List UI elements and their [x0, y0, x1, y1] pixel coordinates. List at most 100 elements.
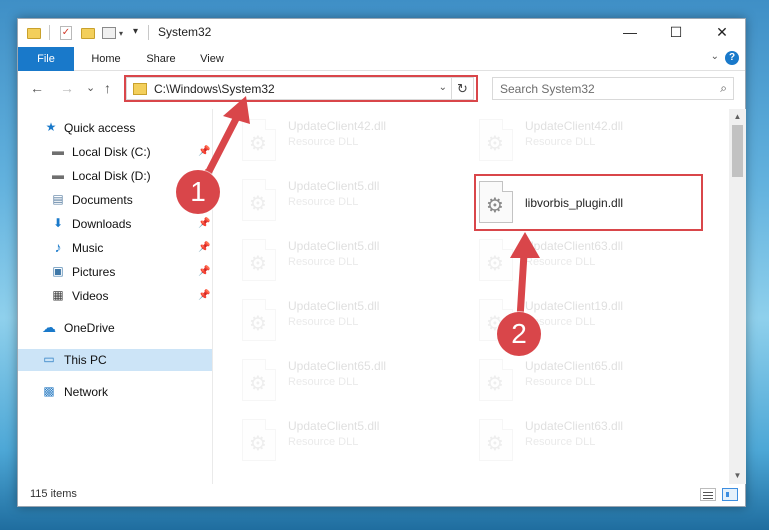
forward-button[interactable]: →: [60, 80, 74, 96]
file-highlight: [474, 174, 703, 231]
file-type: Resource DLL: [525, 136, 596, 148]
window-title: System32: [158, 25, 212, 39]
navigation-pane: ★ Quick access ▬ Local Disk (C:) 📌 ▬ Loc…: [18, 109, 212, 484]
sidebar-item-label: Music: [72, 241, 104, 255]
file-type: Resource DLL: [525, 376, 596, 388]
customize-chevron-icon[interactable]: ▾: [119, 29, 123, 45]
properties-check-icon[interactable]: ✓: [60, 26, 72, 40]
file-name: UpdateClient63.dll: [525, 239, 624, 253]
cloud-icon: ☁: [42, 319, 56, 335]
download-icon: ⬇: [52, 216, 64, 230]
star-icon: ★: [45, 120, 57, 134]
large-icons-view-button[interactable]: [722, 488, 738, 501]
scroll-up-button[interactable]: ▲: [729, 109, 746, 125]
file-name: UpdateClient65.dll: [525, 359, 624, 373]
new-folder-icon[interactable]: [81, 28, 95, 39]
file-item[interactable]: ⚙ UpdateClient5.dll Resource DLL: [216, 169, 436, 225]
file-item[interactable]: ⚙ UpdateClient63.dll Resource DLL: [453, 229, 673, 285]
close-button[interactable]: ✕: [699, 19, 745, 47]
file-type: Resource DLL: [288, 376, 359, 388]
file-item[interactable]: ⚙ UpdateClient42.dll Resource DLL: [453, 109, 673, 165]
expand-ribbon-icon[interactable]: ⌄: [711, 51, 719, 62]
file-item[interactable]: ⚙ UpdateClient42.dll Resource DLL: [216, 109, 436, 165]
drive-icon: ▬: [52, 144, 64, 158]
pin-icon[interactable]: 📌: [198, 146, 210, 157]
help-icon[interactable]: ?: [725, 51, 739, 65]
sidebar-item-label: Videos: [72, 289, 109, 303]
dll-file-icon: ⚙: [242, 359, 276, 401]
pictures-icon: ▣: [52, 264, 64, 278]
item-count: 115 items: [30, 488, 77, 500]
tab-share[interactable]: Share: [136, 47, 186, 71]
search-input[interactable]: Search System32: [500, 82, 595, 96]
customize-toolbar-button[interactable]: ▾: [133, 26, 138, 42]
scroll-thumb[interactable]: [732, 125, 743, 177]
file-item[interactable]: ⚙ UpdateClient19.dll Resource DLL: [453, 289, 673, 345]
sidebar-item-onedrive[interactable]: ☁ OneDrive: [18, 317, 212, 339]
sidebar-item-pictures[interactable]: ▣ Pictures 📌: [18, 261, 212, 283]
file-name: UpdateClient5.dll: [288, 179, 380, 193]
address-highlight: [124, 75, 478, 102]
file-item[interactable]: ⚙ UpdateClient5.dll Resource DLL: [216, 229, 436, 285]
sidebar-item-videos[interactable]: ▦ Videos 📌: [18, 285, 212, 307]
pin-icon[interactable]: 📌: [198, 266, 210, 277]
properties-icon[interactable]: [102, 27, 116, 39]
music-icon: ♪: [54, 239, 62, 255]
dll-file-icon: ⚙: [479, 239, 513, 281]
maximize-button[interactable]: ☐: [653, 19, 699, 47]
file-item[interactable]: ⚙ UpdateClient65.dll Resource DLL: [216, 349, 436, 405]
status-bar: 115 items: [18, 484, 745, 506]
vertical-scrollbar[interactable]: ▲ ▼: [729, 109, 746, 484]
file-item[interactable]: ⚙ UpdateClient63.dll Resource DLL: [453, 409, 673, 465]
dll-file-icon: ⚙: [242, 419, 276, 461]
network-icon: ▩: [43, 384, 55, 398]
minimize-button[interactable]: —: [607, 19, 653, 47]
file-item[interactable]: ⚙ UpdateClient5.dll Resource DLL: [216, 289, 436, 345]
folder-icon: [27, 28, 41, 39]
file-name: UpdateClient19.dll: [525, 299, 624, 313]
back-button[interactable]: ←: [30, 80, 44, 96]
documents-icon: ▤: [52, 192, 64, 206]
sidebar-item-label: Network: [64, 385, 109, 399]
file-type: Resource DLL: [525, 256, 596, 268]
tab-home[interactable]: Home: [80, 47, 132, 71]
recent-locations-button[interactable]: ⌄: [86, 81, 95, 94]
pin-icon[interactable]: 📌: [198, 290, 210, 301]
sidebar-item-music[interactable]: ♪ Music 📌: [18, 237, 212, 259]
file-item[interactable]: ⚙ UpdateClient5.dll Resource DLL: [216, 409, 436, 465]
gear-icon: ⚙: [249, 133, 267, 155]
search-box[interactable]: Search System32 ⌕: [492, 77, 734, 100]
gear-icon: ⚙: [249, 433, 267, 455]
dll-file-icon: ⚙: [242, 299, 276, 341]
details-view-button[interactable]: [700, 488, 716, 501]
sidebar-item-downloads[interactable]: ⬇ Downloads 📌: [18, 213, 212, 235]
sidebar-item-this-pc[interactable]: ▭ This PC: [18, 349, 212, 371]
toolbar-separator: [49, 25, 50, 40]
pane-divider: [212, 109, 213, 484]
gear-icon: ⚙: [486, 433, 504, 455]
file-name: UpdateClient5.dll: [288, 239, 380, 253]
sidebar-item-quick-access[interactable]: ★ Quick access: [18, 117, 212, 139]
tab-file[interactable]: File: [18, 47, 74, 71]
sidebar-item-network[interactable]: ▩ Network: [18, 381, 212, 403]
gear-icon: ⚙: [486, 133, 504, 155]
dll-file-icon: ⚙: [242, 239, 276, 281]
file-type: Resource DLL: [288, 436, 359, 448]
dll-file-icon: ⚙: [479, 419, 513, 461]
pin-icon[interactable]: 📌: [198, 218, 210, 229]
file-item[interactable]: ⚙ UpdateClient65.dll Resource DLL: [453, 349, 673, 405]
title-bar: ✓ ▾ ▾ System32 — ☐ ✕: [18, 19, 745, 47]
videos-icon: ▦: [52, 288, 64, 302]
tab-view[interactable]: View: [190, 47, 234, 71]
computer-icon: ▭: [43, 352, 55, 366]
sidebar-item-label: Local Disk (C:): [72, 145, 151, 159]
toolbar-separator: [148, 25, 149, 40]
search-icon[interactable]: ⌕: [720, 81, 727, 96]
file-name: UpdateClient5.dll: [288, 299, 380, 313]
pin-icon[interactable]: 📌: [198, 242, 210, 253]
sidebar-item-local-disk-c[interactable]: ▬ Local Disk (C:) 📌: [18, 141, 212, 163]
gear-icon: ⚙: [486, 253, 504, 275]
step-1-badge: 1: [176, 170, 220, 214]
scroll-down-button[interactable]: ▼: [729, 468, 746, 484]
up-button[interactable]: ↑: [104, 80, 111, 96]
